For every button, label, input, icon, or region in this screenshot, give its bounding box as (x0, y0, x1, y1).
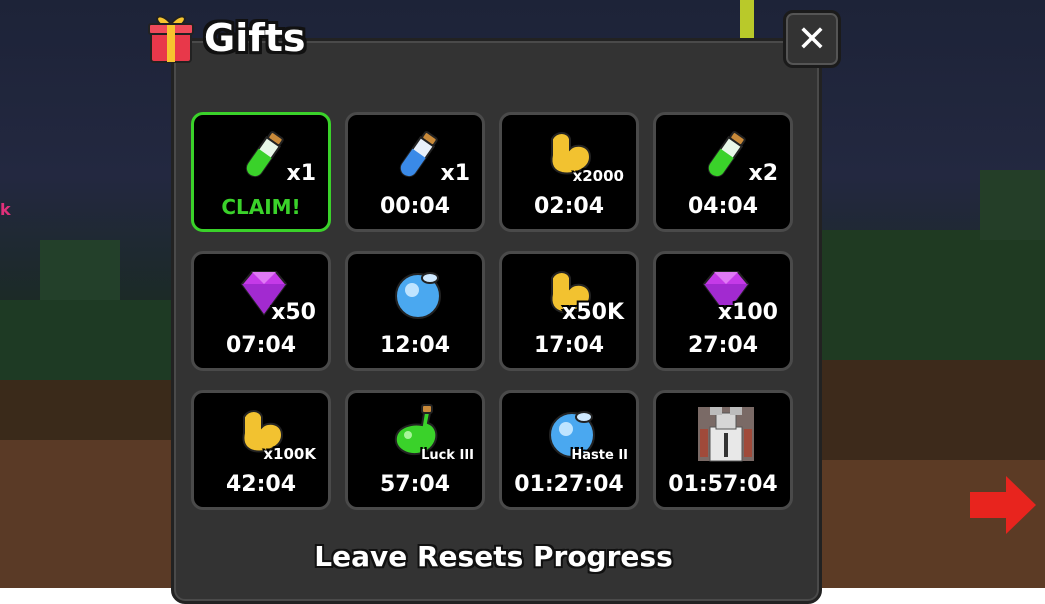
blue-potion-icon (388, 125, 448, 185)
footer-warning: Leave Resets Progress (314, 540, 673, 573)
gift-tile[interactable]: x50 07:04 (191, 251, 331, 371)
gift-tile[interactable]: Haste II 01:27:04 (499, 390, 639, 510)
timer: 17:04 (533, 333, 605, 358)
close-button[interactable]: ✕ (783, 10, 841, 68)
green-potion-icon (696, 125, 756, 185)
reward-qty: x2000 (572, 167, 624, 185)
timer: 42:04 (225, 472, 297, 497)
gift-tile[interactable]: x2000 02:04 (499, 112, 639, 232)
blue-orb-icon (388, 264, 448, 324)
title-bar: Gifts (148, 10, 306, 66)
reward-qty: x1 (440, 161, 471, 186)
reward-qty: x100K (263, 445, 316, 463)
timer: 01:27:04 (514, 472, 624, 497)
timer: 12:04 (379, 333, 451, 358)
gift-tile[interactable]: 12:04 (345, 251, 485, 371)
timer: 00:04 (379, 194, 451, 219)
reward-qty: x50 (271, 300, 316, 325)
timer: 07:04 (225, 333, 297, 358)
reward-qty: x2 (748, 161, 779, 186)
gift-tile-claim[interactable]: x1 CLAIM! (191, 112, 331, 232)
reward-label: Luck III (421, 448, 474, 463)
reward-qty: x1 (286, 161, 317, 186)
next-arrow-icon[interactable] (968, 474, 1038, 536)
gift-tile[interactable]: Luck III 57:04 (345, 390, 485, 510)
timer: 02:04 (533, 194, 605, 219)
avatar-pet-icon (696, 403, 756, 463)
reward-label: Haste II (571, 448, 628, 463)
reward-qty: x100 (717, 300, 778, 325)
reward-qty: x50K (562, 300, 624, 325)
gift-tile[interactable]: x1 00:04 (345, 112, 485, 232)
gift-box-icon (148, 12, 194, 64)
timer: 57:04 (379, 472, 451, 497)
green-potion-icon (234, 125, 294, 185)
gift-tile[interactable]: x100 27:04 (653, 251, 793, 371)
gift-tile[interactable]: x2 04:04 (653, 112, 793, 232)
gift-tile[interactable]: 01:57:04 (653, 390, 793, 510)
claim-label: CLAIM! (221, 195, 301, 219)
page-title: Gifts (204, 16, 306, 60)
side-label: k (0, 200, 11, 219)
timer: 01:57:04 (668, 472, 778, 497)
gift-tile[interactable]: x50K 17:04 (499, 251, 639, 371)
timer: 27:04 (687, 333, 759, 358)
timer: 04:04 (687, 194, 759, 219)
gift-tile[interactable]: x100K 42:04 (191, 390, 331, 510)
